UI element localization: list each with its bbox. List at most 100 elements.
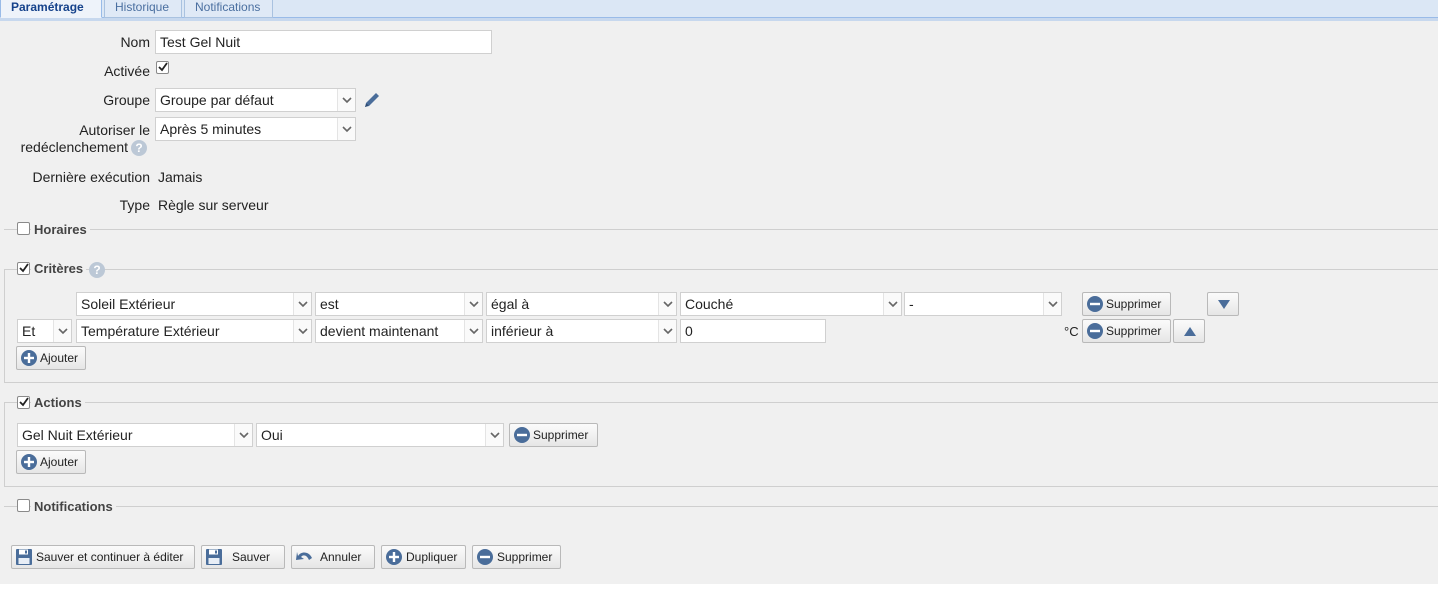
last-run-label: Dernière exécution xyxy=(32,169,150,185)
criterion-delete-button[interactable]: Supprimer xyxy=(1082,319,1171,343)
save-label: Sauver xyxy=(232,550,271,564)
criterion-value-value: Couché xyxy=(685,296,734,312)
actions-bottom-border xyxy=(4,486,1438,487)
move-up-button[interactable] xyxy=(1173,319,1205,343)
criterion-device-select[interactable]: Température Extérieur xyxy=(76,319,312,343)
action-value-value: Oui xyxy=(261,427,283,443)
chevron-down-icon[interactable] xyxy=(1043,293,1061,315)
chevron-down-icon[interactable] xyxy=(658,293,676,315)
criterion-event-select[interactable]: est xyxy=(315,292,483,316)
chevron-down-icon[interactable] xyxy=(53,320,71,342)
help-icon[interactable]: ? xyxy=(89,262,105,278)
delete-rule-button[interactable]: Supprimer xyxy=(472,545,561,569)
actions-left-border xyxy=(4,402,5,487)
undo-arrow-icon xyxy=(295,548,315,573)
criterion-delete-button[interactable]: Supprimer xyxy=(1082,292,1171,316)
duplicate-label: Dupliquer xyxy=(406,550,458,564)
minus-circle-icon xyxy=(513,426,531,451)
plus-circle-icon xyxy=(385,548,403,573)
action-device-select[interactable]: Gel Nuit Extérieur xyxy=(17,423,253,447)
chevron-down-icon[interactable] xyxy=(293,320,311,342)
plus-circle-icon xyxy=(20,349,38,374)
criterion-value-input[interactable]: 0 xyxy=(680,319,826,343)
active-checkbox[interactable] xyxy=(156,61,169,74)
notifications-checkbox[interactable] xyxy=(17,499,30,512)
type-value: Règle sur serveur xyxy=(158,197,269,213)
action-device-value: Gel Nuit Extérieur xyxy=(22,427,133,443)
chevron-down-icon[interactable] xyxy=(337,118,355,140)
name-input[interactable]: Test Gel Nuit xyxy=(155,30,492,54)
tab-parametrage[interactable]: Paramétrage xyxy=(0,0,102,18)
criterion-device-select[interactable]: Soleil Extérieur xyxy=(76,292,312,316)
criterion-event-value: devient maintenant xyxy=(320,323,439,339)
criterion-connector-value: Et xyxy=(22,323,36,339)
criteres-title: Critères xyxy=(31,261,87,276)
tab-bar: Paramétrage Historique Notifications xyxy=(0,0,1438,18)
cancel-button[interactable]: Annuler xyxy=(291,545,375,569)
group-select[interactable]: Groupe par défaut xyxy=(155,88,356,112)
save-button[interactable]: Sauver xyxy=(201,545,285,569)
notifications-title: Notifications xyxy=(31,499,116,514)
minus-circle-icon xyxy=(476,548,494,573)
add-criterion-label: Ajouter xyxy=(40,351,79,365)
group-label: Groupe xyxy=(103,92,150,108)
tab-notifications[interactable]: Notifications xyxy=(184,0,273,18)
minus-circle-icon xyxy=(1086,295,1104,320)
chevron-down-icon[interactable] xyxy=(883,293,901,315)
criterion-operator-value: inférieur à xyxy=(491,323,554,339)
criterion-delete-label: Supprimer xyxy=(1106,324,1162,338)
add-criterion-button[interactable]: Ajouter xyxy=(16,346,86,370)
group-select-value: Groupe par défaut xyxy=(160,92,274,108)
criterion-operator-select[interactable]: inférieur à xyxy=(486,319,677,343)
horaires-title: Horaires xyxy=(31,222,90,237)
chevron-down-icon[interactable] xyxy=(485,424,503,446)
move-down-button[interactable] xyxy=(1207,292,1239,316)
criteres-bottom-border xyxy=(4,382,1438,383)
chevron-down-icon[interactable] xyxy=(234,424,252,446)
save-continue-button[interactable]: Sauver et continuer à éditer xyxy=(11,545,195,569)
action-delete-button[interactable]: Supprimer xyxy=(509,423,598,447)
add-action-label: Ajouter xyxy=(40,455,79,469)
chevron-down-icon[interactable] xyxy=(293,293,311,315)
criterion-device-value: Température Extérieur xyxy=(81,323,220,339)
retrigger-select-value: Après 5 minutes xyxy=(160,121,262,137)
criterion-connector-select[interactable]: Et xyxy=(17,319,72,343)
chevron-down-icon[interactable] xyxy=(464,293,482,315)
actions-checkbox[interactable] xyxy=(17,396,30,409)
name-label: Nom xyxy=(120,34,150,50)
criterion-operator-value: égal à xyxy=(491,296,530,312)
save-continue-label: Sauver et continuer à éditer xyxy=(36,550,184,564)
criterion-delete-label: Supprimer xyxy=(1106,297,1162,311)
criterion-extra-value: - xyxy=(909,296,914,312)
criterion-event-value: est xyxy=(320,296,339,312)
cancel-label: Annuler xyxy=(320,550,362,564)
help-icon[interactable]: ? xyxy=(131,140,147,156)
chevron-down-icon[interactable] xyxy=(337,89,355,111)
tab-historique[interactable]: Historique xyxy=(104,0,182,18)
type-label: Type xyxy=(119,197,150,213)
criteres-checkbox[interactable] xyxy=(17,262,30,275)
criterion-event-select[interactable]: devient maintenant xyxy=(315,319,483,343)
criterion-operator-select[interactable]: égal à xyxy=(486,292,677,316)
action-value-select[interactable]: Oui xyxy=(256,423,504,447)
tab-strip-border xyxy=(0,18,1438,21)
rule-editor-panel: Paramétrage Historique Notifications Nom… xyxy=(0,0,1438,584)
chevron-down-icon[interactable] xyxy=(464,320,482,342)
plus-circle-icon xyxy=(20,453,38,478)
criteres-top-border xyxy=(4,269,1438,270)
criterion-extra-select[interactable]: - xyxy=(904,292,1062,316)
retrigger-select[interactable]: Après 5 minutes xyxy=(155,117,356,141)
unit-label: °C xyxy=(1064,324,1079,339)
actions-title: Actions xyxy=(31,395,85,410)
floppy-disk-icon xyxy=(205,548,223,573)
horaires-divider xyxy=(4,229,1438,230)
horaires-checkbox[interactable] xyxy=(17,222,30,235)
actions-top-border xyxy=(4,402,1438,403)
chevron-down-icon[interactable] xyxy=(658,320,676,342)
add-action-button[interactable]: Ajouter xyxy=(16,450,86,474)
active-label: Activée xyxy=(104,63,150,79)
duplicate-button[interactable]: Dupliquer xyxy=(381,545,466,569)
criterion-value-select[interactable]: Couché xyxy=(680,292,902,316)
edit-pencil-icon[interactable] xyxy=(362,90,382,113)
criterion-device-value: Soleil Extérieur xyxy=(81,296,176,312)
